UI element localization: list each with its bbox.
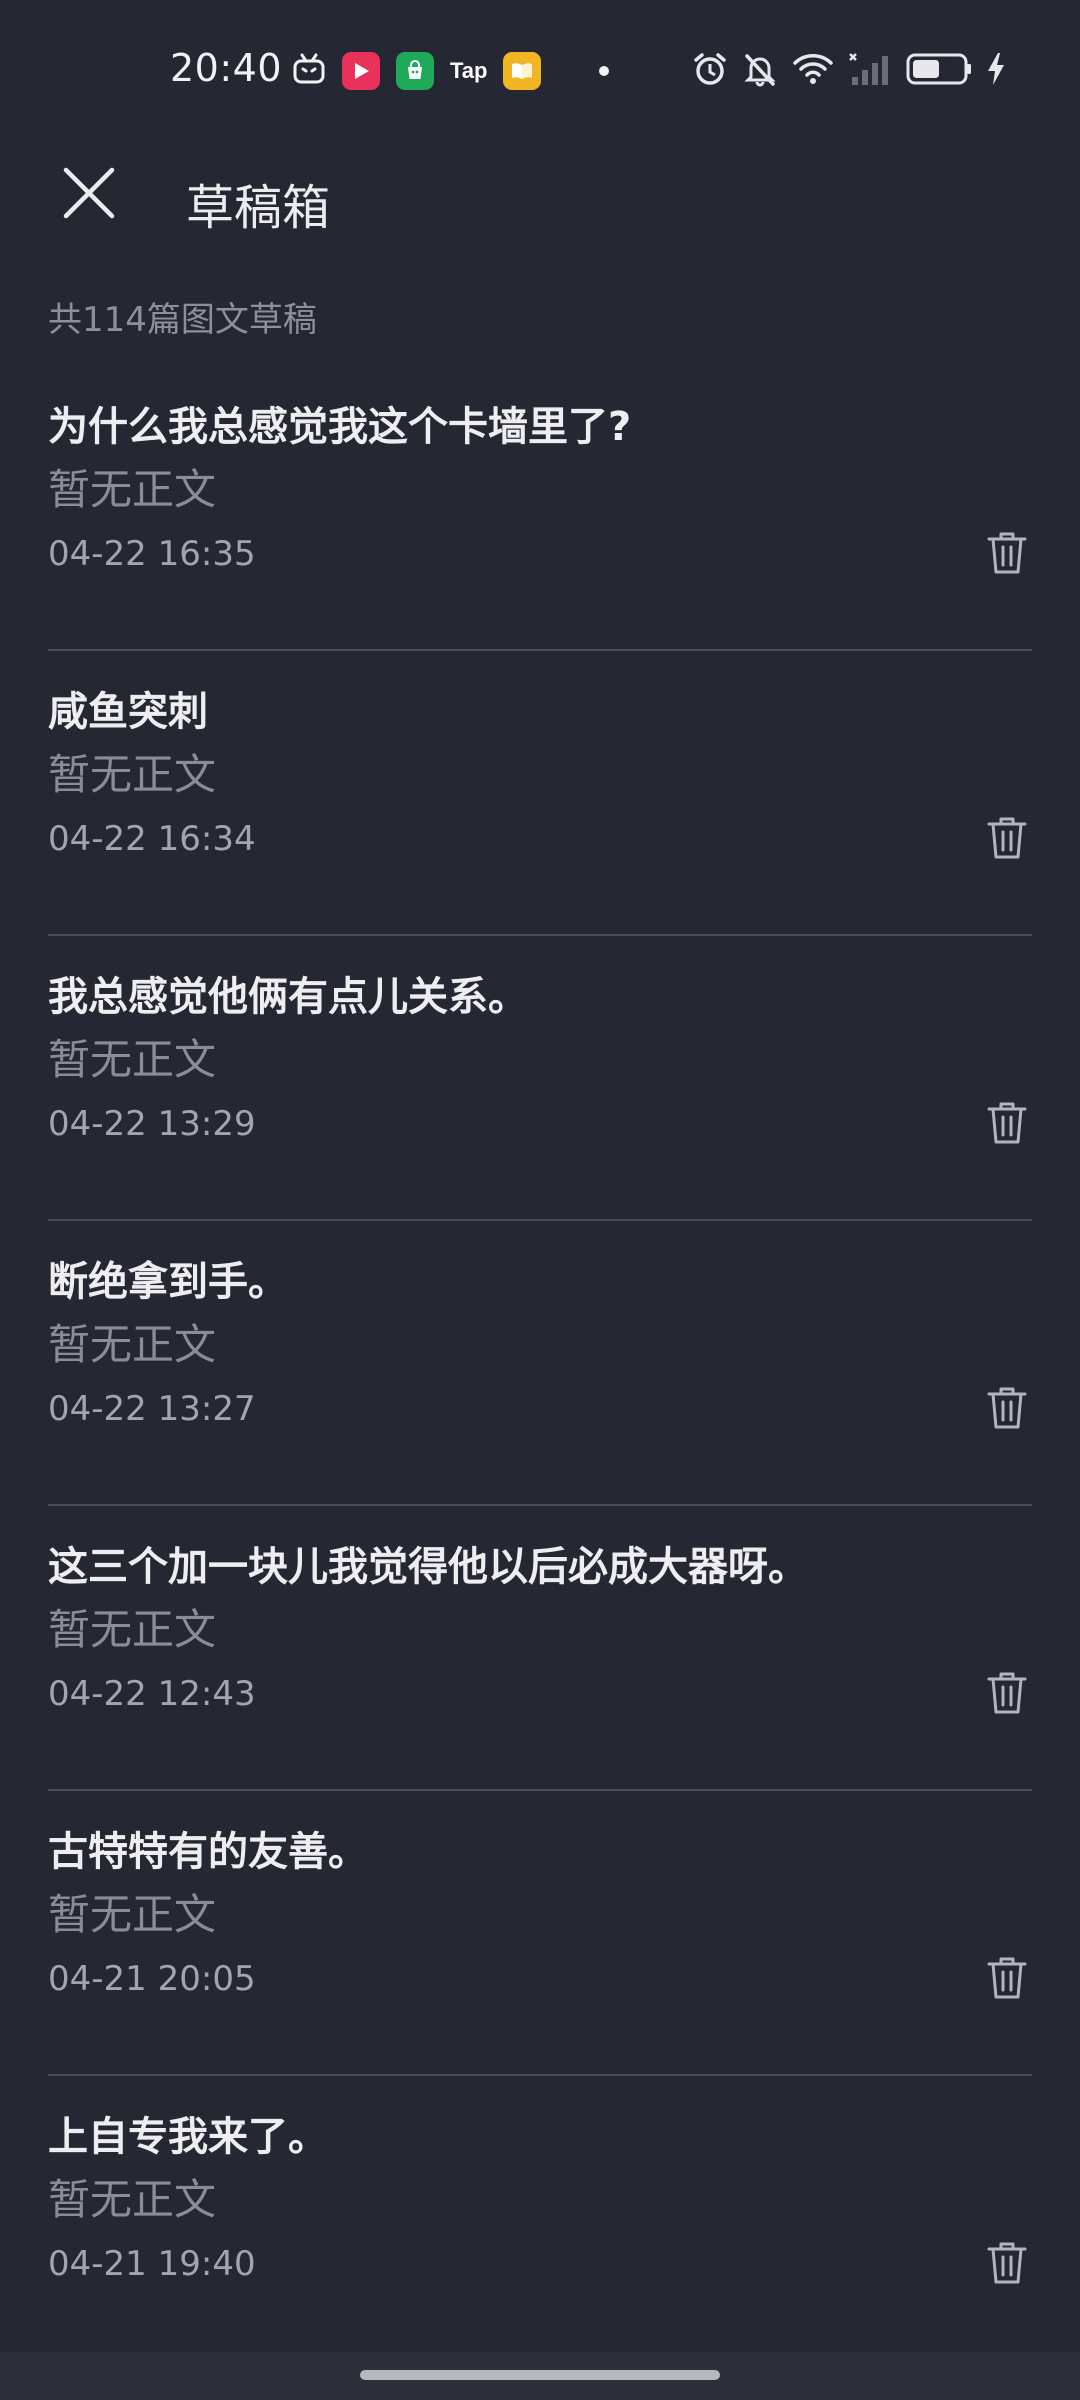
draft-timestamp: 04-22 12:43 bbox=[48, 1674, 256, 1714]
trash-icon bbox=[986, 815, 1028, 865]
reader-app-icon bbox=[503, 52, 542, 90]
draft-timestamp: 04-22 16:34 bbox=[48, 819, 256, 859]
draft-title: 古特特有的友善。 bbox=[48, 1829, 368, 1875]
status-time: 20:40 bbox=[170, 46, 283, 90]
header-bar: 草稿箱 bbox=[0, 150, 1080, 240]
draft-list: 为什么我总感觉我这个卡墙里了? 暂无正文 04-22 16:35 咸鱼突刺 暂无… bbox=[48, 366, 1032, 2361]
trash-icon bbox=[986, 1100, 1028, 1150]
taptap-icon: Tap bbox=[450, 58, 488, 83]
draft-item[interactable]: 断绝拿到手。 暂无正文 04-22 13:27 bbox=[48, 1221, 1032, 1506]
draft-body-preview: 暂无正文 bbox=[48, 1320, 217, 1369]
delete-draft-button[interactable] bbox=[984, 1955, 1030, 2005]
draft-title: 咸鱼突刺 bbox=[48, 689, 208, 735]
status-notification-icons: Tap bbox=[292, 50, 610, 92]
draft-body-preview: 暂无正文 bbox=[48, 465, 217, 514]
trash-icon bbox=[986, 1955, 1028, 2005]
shopping-app-icon bbox=[396, 52, 434, 90]
trash-icon bbox=[986, 2240, 1028, 2290]
draft-timestamp: 04-21 19:40 bbox=[48, 2244, 256, 2284]
mute-icon bbox=[742, 51, 778, 91]
delete-draft-button[interactable] bbox=[984, 530, 1030, 580]
draft-item[interactable]: 为什么我总感觉我这个卡墙里了? 暂无正文 04-22 16:35 bbox=[48, 366, 1032, 651]
delete-draft-button[interactable] bbox=[984, 1670, 1030, 1720]
draft-timestamp: 04-22 13:29 bbox=[48, 1104, 256, 1144]
draft-title: 上自专我来了。 bbox=[48, 2114, 328, 2160]
draft-item[interactable]: 古特特有的友善。 暂无正文 04-21 20:05 bbox=[48, 1791, 1032, 2076]
draft-item[interactable]: 上自专我来了。 暂无正文 04-21 19:40 bbox=[48, 2076, 1032, 2361]
draft-body-preview: 暂无正文 bbox=[48, 1890, 217, 1939]
close-button[interactable] bbox=[56, 162, 122, 228]
video-app-icon bbox=[342, 52, 380, 90]
delete-draft-button[interactable] bbox=[984, 815, 1030, 865]
wifi-icon bbox=[792, 51, 834, 91]
trash-icon bbox=[986, 530, 1028, 580]
draft-item[interactable]: 我总感觉他俩有点儿关系。 暂无正文 04-22 13:29 bbox=[48, 936, 1032, 1221]
status-system-icons bbox=[692, 50, 1006, 92]
delete-draft-button[interactable] bbox=[984, 1100, 1030, 1150]
draft-count-label: 共114篇图文草稿 bbox=[48, 300, 317, 340]
home-indicator[interactable] bbox=[360, 2370, 720, 2380]
draft-body-preview: 暂无正文 bbox=[48, 750, 217, 799]
close-icon bbox=[61, 165, 117, 225]
page-title: 草稿箱 bbox=[186, 180, 331, 236]
delete-draft-button[interactable] bbox=[984, 1385, 1030, 1435]
draft-body-preview: 暂无正文 bbox=[48, 1605, 217, 1654]
draft-body-preview: 暂无正文 bbox=[48, 2175, 217, 2224]
delete-draft-button[interactable] bbox=[984, 2240, 1030, 2290]
battery-icon bbox=[906, 52, 972, 90]
trash-icon bbox=[986, 1385, 1028, 1435]
draft-body-preview: 暂无正文 bbox=[48, 1035, 217, 1084]
draft-title: 我总感觉他俩有点儿关系。 bbox=[48, 974, 528, 1020]
bilibili-icon bbox=[292, 52, 326, 90]
status-bar: 20:40 Tap bbox=[0, 0, 1080, 140]
draft-item[interactable]: 咸鱼突刺 暂无正文 04-22 16:34 bbox=[48, 651, 1032, 936]
draft-title: 这三个加一块儿我觉得他以后必成大器呀。 bbox=[48, 1544, 808, 1590]
signal-icon bbox=[848, 51, 892, 91]
draft-title: 断绝拿到手。 bbox=[48, 1259, 288, 1305]
alarm-icon bbox=[692, 51, 728, 91]
draft-timestamp: 04-22 16:35 bbox=[48, 534, 256, 574]
draft-timestamp: 04-22 13:27 bbox=[48, 1389, 256, 1429]
draft-timestamp: 04-21 20:05 bbox=[48, 1959, 256, 1999]
trash-icon bbox=[986, 1670, 1028, 1720]
gesture-nav-bar bbox=[0, 2352, 1080, 2400]
draft-title: 为什么我总感觉我这个卡墙里了? bbox=[48, 404, 632, 450]
notification-dot-icon bbox=[599, 66, 610, 76]
draft-item[interactable]: 这三个加一块儿我觉得他以后必成大器呀。 暂无正文 04-22 12:43 bbox=[48, 1506, 1032, 1791]
charging-icon bbox=[986, 51, 1006, 91]
